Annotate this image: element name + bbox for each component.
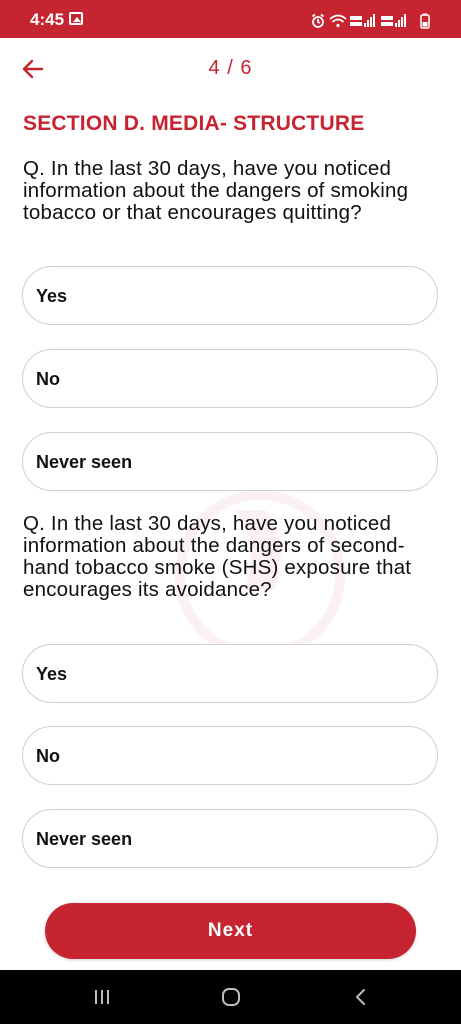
status-icons [311,13,433,29]
signal-lte2-icon [381,14,406,27]
recents-icon [95,990,109,1004]
option-label: Yes [36,286,68,306]
image-icon [69,12,83,25]
question-2-text: Q. In the last 30 days, have you noticed… [23,512,412,601]
q2-option-never-seen[interactable]: Never seen [22,809,438,868]
status-time: 4:45 [30,10,65,29]
section-title: SECTION D. MEDIA- STRUCTURE [23,112,365,135]
nav-back-button[interactable] [346,984,376,1010]
option-label: Yes [36,664,68,684]
q1-option-no[interactable]: No [22,349,438,408]
status-bar: 4:45 [0,0,461,38]
recents-button[interactable] [87,984,117,1010]
next-button[interactable]: Next [45,903,416,959]
option-label: Never seen [36,829,133,849]
q2-option-no[interactable]: No [22,726,438,785]
home-button[interactable] [216,984,246,1010]
wifi-icon [329,14,347,28]
q2-option-yes[interactable]: Yes [22,644,438,703]
q1-option-never-seen[interactable]: Never seen [22,432,438,491]
alarm-icon [311,13,325,28]
back-icon [356,989,365,1005]
question-1-text: Q. In the last 30 days, have you noticed… [23,157,409,224]
battery-icon [420,13,430,29]
app-header: 4 / 6 [0,38,461,102]
option-label: No [36,369,60,389]
system-nav-bar [0,970,461,1024]
progress-indicator: 4 / 6 [208,57,253,79]
signal-lte1-icon [350,14,375,27]
q1-option-yes[interactable]: Yes [22,266,438,325]
option-label: No [36,746,60,766]
home-icon [222,988,240,1006]
option-label: Never seen [36,452,133,472]
